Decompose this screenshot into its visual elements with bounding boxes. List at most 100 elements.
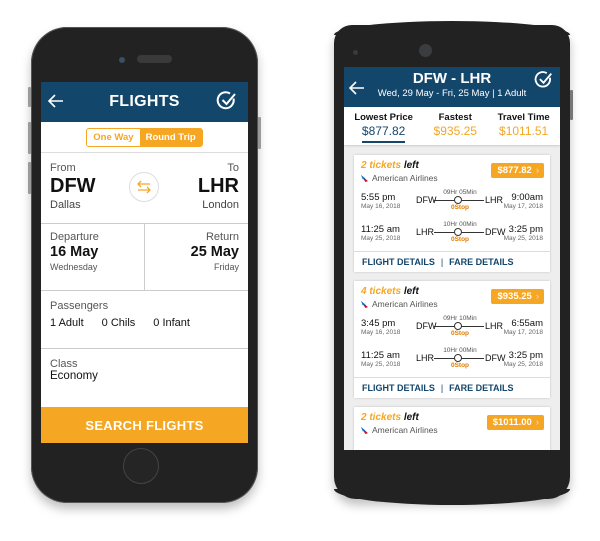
price-value: $1011.00 — [492, 417, 532, 428]
duration: 09Hr 10Min — [443, 315, 477, 322]
front-camera — [419, 44, 432, 57]
search-flights-button[interactable]: SEARCH FLIGHTS — [41, 407, 248, 443]
flight-result-card[interactable]: 2 tickets left American Airlines $877.82… — [354, 155, 550, 272]
flight-result-card[interactable]: 4 tickets left American Airlines $935.25… — [354, 281, 550, 398]
arrival-time: 3:25 pm — [508, 350, 543, 361]
price-button[interactable]: $877.82 › — [491, 163, 544, 178]
flight-search-screen: FLIGHTS One Way Round Trip From DFW Dall… — [41, 82, 248, 443]
arrival-date: May 17, 2018 — [503, 329, 543, 336]
passengers-label: Passengers — [50, 300, 109, 312]
tickets-count: 4 tickets — [361, 286, 402, 297]
destination-code: DFW — [485, 227, 506, 237]
power-button — [258, 117, 261, 149]
round-trip-option[interactable]: Round Trip — [139, 128, 202, 146]
stop-marker — [454, 196, 462, 204]
tab-lowest-price[interactable]: Lowest Price $877.82 — [354, 112, 413, 143]
check-circle-icon[interactable] — [216, 90, 238, 112]
arrival-time: 9:00am — [511, 192, 543, 203]
return-weekday: Friday — [213, 262, 239, 272]
from-airport-code[interactable]: DFW — [50, 175, 96, 198]
departure-date: May 25, 2018 — [361, 361, 401, 368]
departure-date: May 16, 2018 — [361, 203, 401, 210]
one-way-option[interactable]: One Way — [87, 128, 140, 146]
class-field[interactable]: Class Economy — [41, 349, 248, 407]
airline: American Airlines — [361, 425, 438, 435]
departure-time: 3:45 pm — [361, 318, 396, 329]
stops: 0Stop — [450, 362, 470, 369]
airline: American Airlines — [361, 173, 438, 183]
flight-details-link[interactable]: FLIGHT DETAILS — [362, 257, 435, 267]
children-count[interactable]: 0 Chils — [102, 317, 136, 329]
departure-date: May 25, 2018 — [361, 235, 401, 242]
flight-result-card[interactable]: 2 tickets left American Airlines $1011.0… — [354, 407, 550, 450]
tickets-count: 2 tickets — [361, 412, 402, 423]
departure-time: 11:25 am — [361, 224, 400, 235]
arrow-left-icon[interactable] — [348, 79, 366, 97]
duration: 10Hr 00Min — [443, 221, 477, 228]
app-header: FLIGHTS — [41, 82, 248, 122]
stops: 0Stop — [450, 204, 470, 211]
iphone-device: FLIGHTS One Way Round Trip From DFW Dall… — [28, 27, 261, 503]
departure-date: 16 May — [50, 244, 99, 260]
stop-marker — [454, 354, 462, 362]
tab-price: $877.82 — [361, 124, 406, 138]
link-separator: | — [440, 257, 444, 267]
volume-down-button — [28, 162, 31, 194]
inbound-leg: 11:25 am May 25, 2018 LHR 10Hr 00Min 0St… — [354, 347, 550, 373]
swap-button[interactable] — [129, 172, 159, 202]
android-device: DFW - LHR Wed, 29 May - Fri, 25 May | 1 … — [334, 21, 573, 505]
airline-logo-icon — [361, 426, 368, 434]
departure-weekday: Wednesday — [50, 262, 98, 272]
outbound-leg: 5:55 pm May 16, 2018 DFW 09Hr 05Min 0Sto… — [354, 189, 550, 215]
fare-details-link[interactable]: FARE DETAILS — [449, 257, 513, 267]
infants-count[interactable]: 0 Infant — [153, 317, 190, 329]
airline-logo-icon — [361, 174, 368, 182]
return-date-field[interactable]: Return 25 May Friday — [144, 224, 248, 290]
flight-results-screen: DFW - LHR Wed, 29 May - Fri, 25 May | 1 … — [344, 67, 560, 450]
departure-label: Departure — [50, 231, 99, 243]
destination-code: LHR — [485, 321, 504, 331]
adults-count[interactable]: 1 Adult — [50, 317, 84, 329]
inbound-leg: 11:25 am May 25, 2018 LHR 10Hr 00Min 0St… — [354, 221, 550, 247]
check-circle-icon[interactable] — [534, 70, 554, 90]
card-links: FLIGHT DETAILS | FARE DETAILS — [354, 251, 550, 272]
tab-label: Fastest — [438, 112, 472, 123]
tickets-suffix: left — [403, 160, 419, 171]
class-value: Economy — [50, 370, 98, 382]
sort-tabs: Lowest Price $877.82 Fastest $935.25 Tra… — [344, 107, 560, 145]
price-button[interactable]: $1011.00 › — [486, 415, 544, 430]
airline-name: American Airlines — [372, 299, 438, 309]
front-camera — [119, 57, 125, 63]
airline-name: American Airlines — [372, 173, 438, 183]
tab-travel-time[interactable]: Travel Time $1011.51 — [498, 112, 550, 138]
stops: 0Stop — [450, 236, 470, 243]
tickets-suffix: left — [403, 286, 419, 297]
tab-fastest[interactable]: Fastest $935.25 — [434, 112, 477, 138]
fare-details-link[interactable]: FARE DETAILS — [449, 383, 513, 393]
duration: 10Hr 00Min — [443, 347, 477, 354]
price-value: $935.25 — [497, 291, 532, 302]
route-title: DFW - LHR — [412, 70, 492, 87]
earpiece-speaker — [137, 55, 172, 63]
price-button[interactable]: $935.25 › — [491, 289, 544, 304]
tickets-count: 2 tickets — [361, 160, 402, 171]
mute-switch — [28, 87, 31, 107]
arrival-time: 6:55am — [511, 318, 543, 329]
results-list: 2 tickets left American Airlines $877.82… — [344, 145, 560, 450]
arrow-left-icon[interactable] — [47, 92, 65, 110]
to-airport-code[interactable]: LHR — [198, 175, 239, 198]
airline-name: American Airlines — [372, 425, 438, 435]
route-selector: From DFW Dallas To LHR London — [41, 153, 248, 224]
home-button[interactable] — [123, 448, 159, 484]
volume-up-button — [28, 122, 31, 154]
passengers-field[interactable]: Passengers 1 Adult 0 Chils 0 Infant — [41, 291, 248, 349]
page-title: FLIGHTS — [109, 93, 180, 110]
results-header: DFW - LHR Wed, 29 May - Fri, 25 May | 1 … — [344, 67, 560, 107]
price-value: $877.82 — [497, 165, 532, 176]
return-label: Return — [205, 231, 239, 243]
device-bottom-edge — [334, 489, 570, 505]
to-city: London — [202, 199, 239, 211]
arrival-date: May 25, 2018 — [503, 235, 543, 242]
departure-date-field[interactable]: Departure 16 May Wednesday — [41, 224, 144, 290]
flight-details-link[interactable]: FLIGHT DETAILS — [362, 383, 435, 393]
